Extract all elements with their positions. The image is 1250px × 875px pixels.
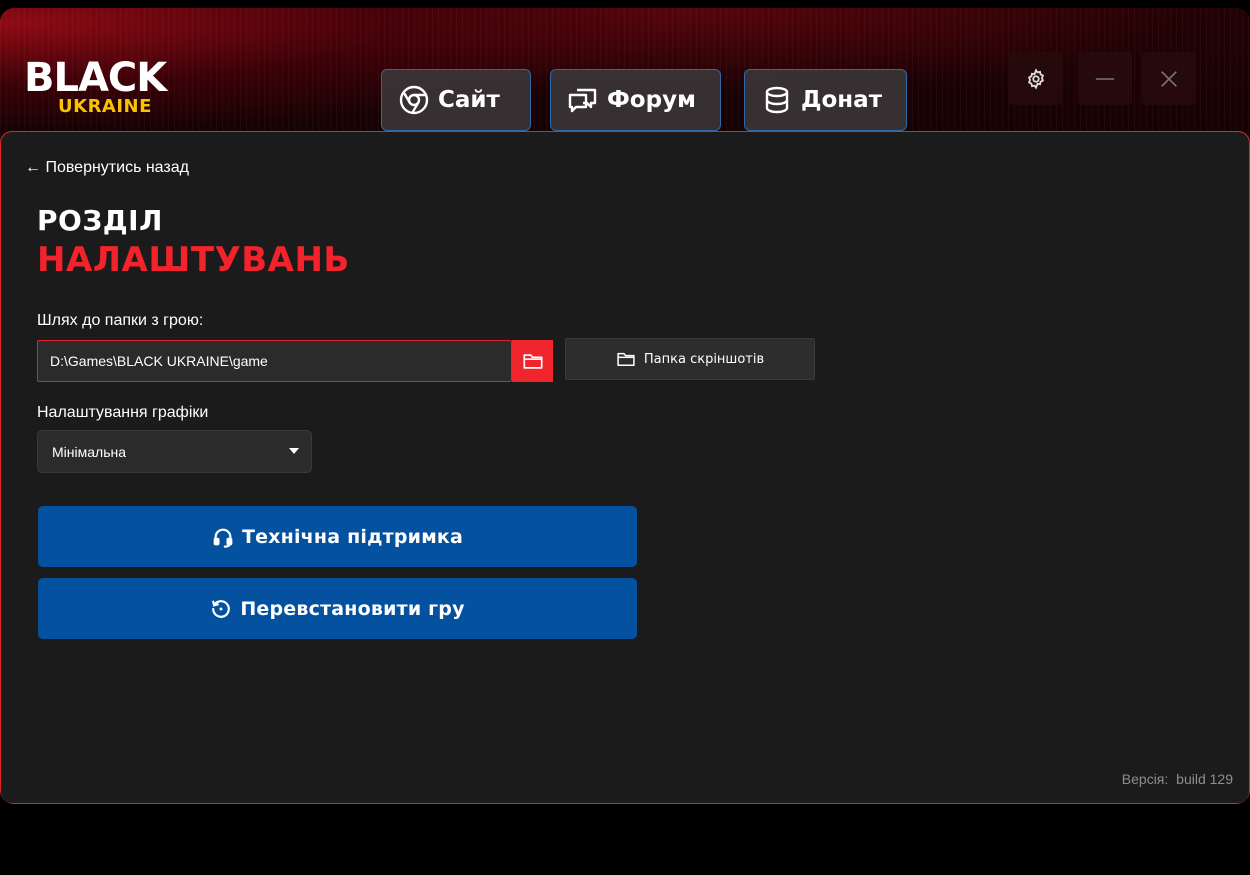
graphics-label: Налаштування графіки (37, 404, 209, 421)
settings-button[interactable] (1009, 52, 1063, 105)
logo-main-text: BLACK (24, 55, 167, 101)
tech-support-button[interactable]: Технічна підтримка (38, 506, 637, 567)
screenshots-button-label: Папка скріншотів (643, 351, 765, 367)
nav-forum-label: Форум (607, 87, 696, 113)
reinstall-label: Перевстановити гру (240, 597, 465, 620)
version-label: Версія: (1121, 771, 1169, 787)
version-value: build 129 (1176, 771, 1233, 787)
minimize-icon (1095, 77, 1115, 80)
graphics-select[interactable]: Мінімальна (37, 430, 312, 473)
headset-icon (213, 528, 233, 548)
game-path-label: Шлях до папки з грою: (37, 312, 204, 329)
section-title: РОЗДІЛ (37, 204, 163, 237)
back-link[interactable]: ← Повернутись назад (25, 159, 189, 177)
version-info: Версія: build 129 (1122, 771, 1233, 787)
game-path-input[interactable] (37, 340, 512, 382)
folder-icon (522, 354, 543, 369)
minimize-button[interactable] (1078, 52, 1132, 105)
screenshots-folder-button[interactable]: Папка скріншотів (565, 338, 815, 380)
logo: BLACK UKRAINE (22, 58, 202, 120)
nav-donate-button[interactable]: Донат (744, 69, 907, 131)
nav-forum-button[interactable]: Форум (550, 69, 721, 131)
graphics-selected-value: Мінімальна (52, 443, 127, 460)
settings-panel: ← Повернутись назад РОЗДІЛ НАЛАШТУВАНЬ Ш… (0, 131, 1250, 804)
chrome-icon (399, 85, 429, 115)
tech-support-label: Технічна підтримка (241, 525, 464, 548)
nav-site-label: Сайт (438, 87, 500, 113)
dropdown-arrow-icon (289, 448, 299, 454)
gear-icon (1027, 67, 1045, 90)
nav-donate-label: Донат (801, 87, 883, 113)
restore-icon (212, 599, 231, 618)
browse-folder-button[interactable] (512, 340, 553, 382)
launcher-window: BLACK UKRAINE Сайт Форум Донат ← Поверну… (0, 8, 1250, 804)
nav-site-button[interactable]: Сайт (381, 69, 531, 131)
close-button[interactable] (1142, 52, 1196, 105)
folder-icon (617, 352, 635, 366)
logo-sub-text: UKRAINE (58, 96, 152, 117)
close-icon (1161, 70, 1177, 87)
section-subtitle: НАЛАШТУВАНЬ (37, 240, 350, 280)
database-icon (765, 86, 789, 114)
chat-icon (568, 88, 597, 113)
reinstall-button[interactable]: Перевстановити гру (38, 578, 637, 639)
